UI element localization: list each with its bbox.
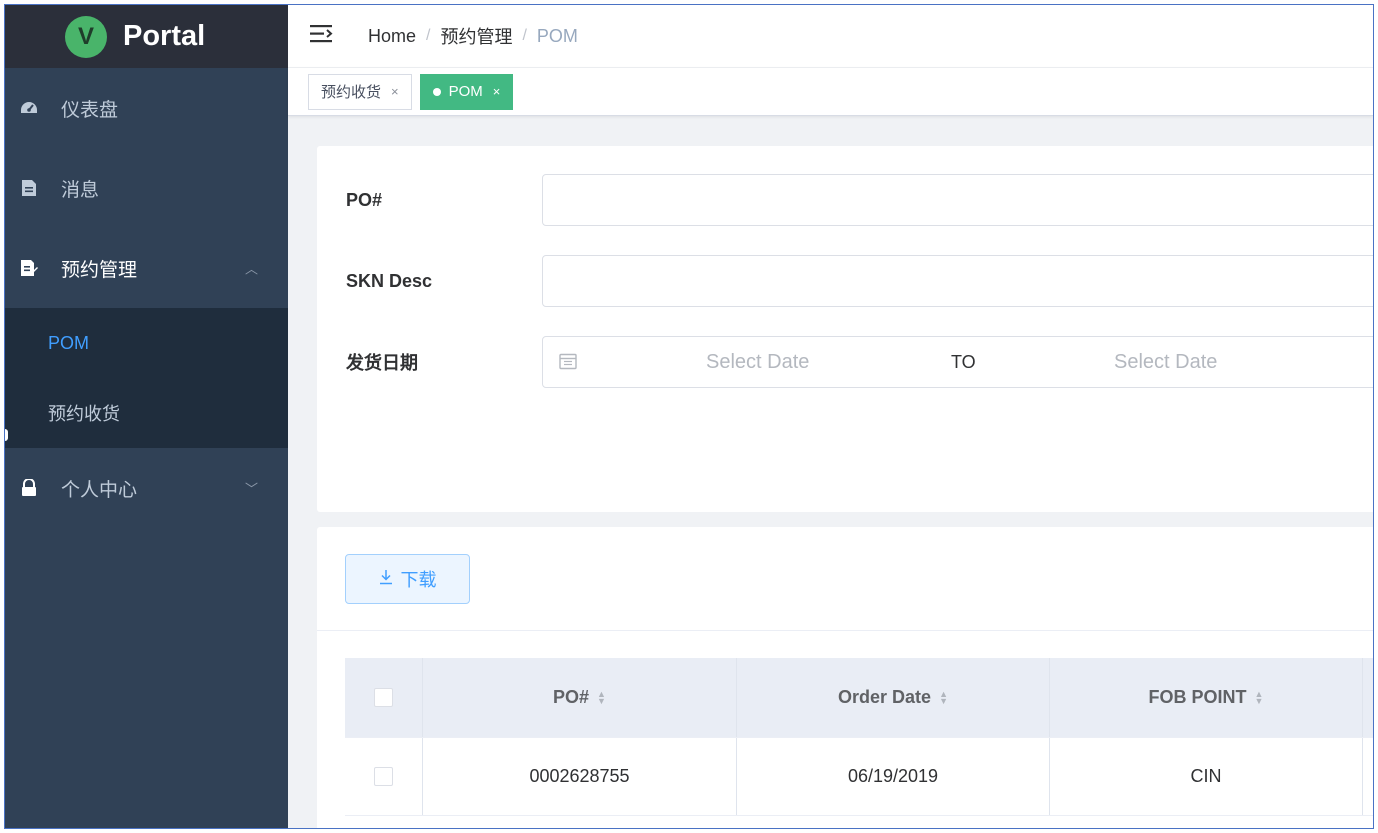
column-header-order-date[interactable]: Order Date ▲ ▼: [737, 658, 1050, 737]
breadcrumb-separator: /: [426, 27, 431, 44]
active-dot-icon: [432, 87, 441, 96]
filter-row-po: PO#: [317, 174, 1373, 226]
divider: [317, 630, 1373, 631]
sidebar: V Portal 仪表盘 消息 预约管理 ︿ POM 预约收货 个人中心 ﹀: [5, 5, 288, 828]
cell-more: [1363, 738, 1373, 815]
app-frame: V Portal 仪表盘 消息 预约管理 ︿ POM 预约收货 个人中心 ﹀ H…: [4, 4, 1374, 829]
logo-icon: V: [65, 15, 107, 58]
close-icon[interactable]: ×: [493, 84, 501, 99]
sort-icon[interactable]: ▲ ▼: [939, 689, 948, 705]
close-icon[interactable]: ×: [391, 84, 399, 99]
breadcrumb-home[interactable]: Home: [368, 26, 416, 47]
table-header: PO# ▲ ▼ Order Date ▲ ▼ FOB POINT ▲ ▼: [345, 658, 1373, 738]
cell-po: 0002628755: [423, 738, 737, 815]
po-table: PO# ▲ ▼ Order Date ▲ ▼ FOB POINT ▲ ▼ 000…: [345, 658, 1373, 816]
sidebar-item-reservation[interactable]: 预约管理 ︿: [5, 228, 288, 308]
dashboard-icon: [19, 98, 39, 118]
sidebar-item-label: 个人中心: [61, 479, 138, 501]
select-all-cell: [345, 658, 423, 737]
column-header-label: PO#: [553, 687, 590, 707]
row-select-cell: [345, 738, 423, 815]
edit-doc-icon: [19, 258, 39, 278]
breadcrumb-current: POM: [536, 25, 578, 46]
logo-bar[interactable]: V Portal: [5, 5, 288, 68]
breadcrumb-section[interactable]: 预约管理: [440, 23, 512, 49]
lock-icon: [19, 478, 39, 498]
sort-icon[interactable]: ▲ ▼: [597, 689, 606, 705]
date-range-separator: TO: [951, 351, 976, 372]
start-date-input[interactable]: Select Date: [706, 351, 809, 374]
download-button[interactable]: 下载: [345, 554, 470, 604]
sidebar-item-label: 仪表盘: [61, 99, 119, 121]
column-header-po[interactable]: PO# ▲ ▼: [423, 658, 737, 737]
hamburger-icon[interactable]: [310, 24, 334, 48]
download-icon: [379, 569, 393, 590]
end-date-input[interactable]: Select Date: [1114, 351, 1217, 374]
sidebar-edge-marker: [5, 429, 8, 441]
po-label: PO#: [346, 189, 383, 210]
column-header-fob-point[interactable]: FOB POINT ▲ ▼: [1050, 658, 1363, 737]
calendar-icon: [559, 352, 577, 370]
download-label: 下载: [400, 570, 437, 590]
ship-date-label: 发货日期: [346, 353, 418, 373]
tag-label: 预约收货: [321, 84, 382, 101]
sidebar-item-pom[interactable]: POM: [5, 308, 288, 378]
column-header-label: FOB POINT: [1148, 687, 1247, 707]
sidebar-item-label: 消息: [61, 179, 100, 201]
navbar: Home / 预约管理 / POM: [288, 5, 1373, 68]
column-header-label: Order Date: [838, 687, 932, 707]
tags-view: 预约收货 × POM ×: [288, 68, 1373, 116]
tag-reserve-receipt[interactable]: 预约收货 ×: [308, 73, 412, 110]
document-icon: [19, 178, 39, 198]
table-row[interactable]: 0002628755 06/19/2019 CIN: [345, 738, 1373, 816]
column-header-more: [1363, 658, 1373, 737]
breadcrumb-separator: /: [522, 27, 527, 44]
cell-fob-point: CIN: [1050, 738, 1363, 815]
po-input[interactable]: [542, 174, 1373, 226]
main-area: Home / 预约管理 / POM 预约收货 × POM × PO# SKN D…: [288, 5, 1373, 828]
table-card: 下载 PO# ▲ ▼ Order Date ▲ ▼ FOB POINT ▲ ▼ …: [317, 527, 1373, 828]
tag-label: POM: [448, 83, 483, 100]
ship-date-range-picker[interactable]: Select Date TO Select Date: [542, 336, 1373, 388]
submenu-reservation: POM 预约收货: [5, 308, 288, 448]
sidebar-item-label: 预约管理: [61, 259, 138, 281]
tag-pom[interactable]: POM ×: [419, 73, 514, 110]
cell-order-date: 06/19/2019: [737, 738, 1050, 815]
sidebar-item-messages[interactable]: 消息: [5, 148, 288, 228]
chevron-down-icon: ﹀: [244, 481, 258, 497]
select-all-checkbox[interactable]: [374, 688, 393, 707]
filter-row-skn: SKN Desc: [317, 255, 1373, 307]
chevron-up-icon: ︿: [244, 261, 258, 277]
sidebar-item-profile[interactable]: 个人中心 ﹀: [5, 448, 288, 528]
filter-card: PO# SKN Desc 发货日期 Select Date TO Select …: [317, 146, 1373, 512]
sidebar-item-reserve-receipt[interactable]: 预约收货: [5, 378, 288, 448]
skn-desc-label: SKN Desc: [346, 270, 433, 291]
row-checkbox[interactable]: [374, 767, 393, 786]
sidebar-item-dashboard[interactable]: 仪表盘: [5, 68, 288, 148]
skn-desc-input[interactable]: [542, 255, 1373, 307]
app-title: Portal: [123, 20, 206, 52]
filter-row-ship-date: 发货日期 Select Date TO Select Date: [317, 336, 1373, 388]
sort-icon[interactable]: ▲ ▼: [1255, 689, 1264, 705]
